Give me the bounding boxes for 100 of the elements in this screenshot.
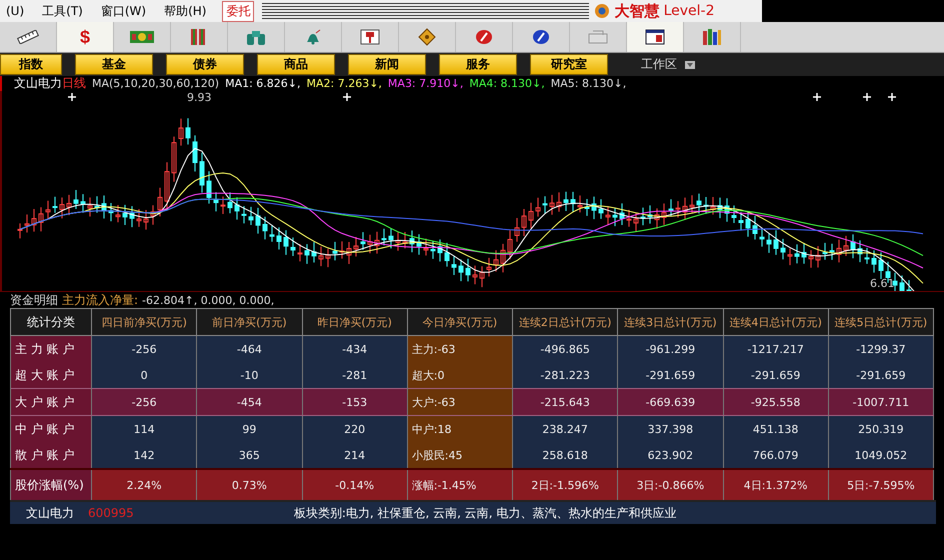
low-price-label: 6.61	[870, 277, 894, 290]
table-cell: -454	[196, 388, 302, 416]
bell-icon	[304, 29, 322, 45]
ma-value: MA2: 7.263↓,	[306, 77, 382, 90]
sector-list: 电力, 社保重仓, 云南, 云南, 电力、蒸汽、热水的生产和供应业	[346, 504, 676, 522]
plus-marker-icon	[67, 92, 77, 102]
nav-button[interactable]: 新闻	[348, 54, 426, 75]
row-label: 大 户 账 户	[10, 388, 92, 416]
column-header: 昨日净买(万元)	[302, 308, 408, 336]
nav-button[interactable]: 基金	[75, 54, 153, 75]
plus-marker-icon	[342, 92, 352, 102]
books-icon	[702, 29, 722, 45]
table-cell: 0	[92, 362, 197, 388]
period-label: 日线	[62, 75, 86, 92]
column-header: 连续5日总计(万元)	[828, 308, 934, 336]
table-cell: 3日:-0.866%	[618, 469, 723, 500]
column-header: 连续2日总计(万元)	[512, 308, 618, 336]
column-header: 四日前净买(万元)	[92, 308, 197, 336]
row-label: 超 大 账 户	[10, 362, 92, 388]
table-cell: -464	[196, 336, 302, 362]
table-cell: -291.659	[618, 362, 723, 388]
sector-label: 板块类别:	[294, 504, 346, 522]
net-inflow-label: 主力流入净量:	[62, 292, 138, 308]
section-title: 资金明细	[10, 292, 58, 308]
toolbar-button[interactable]: $	[57, 22, 114, 52]
row-label: 散 户 账 户	[10, 442, 92, 469]
column-header: 统计分类	[10, 308, 92, 336]
window-icon	[645, 29, 665, 45]
table-cell: 250.319	[828, 416, 934, 442]
table-cell: 142	[92, 442, 197, 469]
net-inflow-values: -62.804↑, 0.000, 0.000,	[142, 294, 274, 306]
table-cell: -1217.217	[723, 336, 828, 362]
table-cell: -291.659	[828, 362, 934, 388]
dropdown-icon[interactable]	[685, 60, 695, 68]
trade-button[interactable]: 委托	[222, 0, 254, 22]
nav-button[interactable]: 商品	[257, 54, 335, 75]
table-cell: -925.558	[723, 388, 828, 416]
brand-edition: Level-2	[664, 3, 714, 19]
table-cell: 中户:18	[407, 416, 512, 442]
table-cell: -256	[92, 388, 197, 416]
nav-button[interactable]: 债券	[166, 54, 244, 75]
table-cell: 365	[196, 442, 302, 469]
ma-parameters: MA(5,10,20,30,60,120)	[92, 77, 220, 90]
menu-item[interactable]: 窗口(W)	[94, 2, 158, 20]
table-cell: 623.902	[618, 442, 723, 469]
ruler-icon	[17, 30, 39, 44]
menu-item[interactable]: 工具(T)	[36, 2, 95, 20]
stock-code: 600995	[88, 506, 134, 520]
row-label: 主 力 账 户	[10, 336, 92, 362]
ma-value: MA5: 8.130↓,	[550, 77, 626, 90]
binoculars-icon	[246, 29, 266, 45]
table-cell: 小股民:45	[407, 442, 512, 469]
column-header: 前日净买(万元)	[196, 308, 302, 336]
table-cell: -1007.711	[828, 388, 934, 416]
table-cell: -215.643	[512, 388, 618, 416]
table-cell: -669.639	[618, 388, 723, 416]
table-cell: 238.247	[512, 416, 618, 442]
logo-icon	[592, 3, 611, 19]
nav-button[interactable]: 指数	[0, 54, 62, 75]
table-cell: -256	[92, 336, 197, 362]
ma-value: MA4: 8.130↓,	[469, 77, 545, 90]
table-cell: 766.079	[723, 442, 828, 469]
slashed-circle-icon	[532, 29, 550, 45]
table-cell: 5日:-7.595%	[828, 469, 934, 500]
nav-button[interactable]: 服务	[439, 54, 517, 75]
table-cell: 主力:-63	[407, 336, 512, 362]
toolbar-button[interactable]	[627, 22, 684, 52]
table-cell: 220	[302, 416, 408, 442]
table-cell: 涨幅:-1.45%	[407, 469, 512, 500]
table-cell: 114	[92, 416, 197, 442]
high-price-label: 9.93	[187, 91, 212, 104]
plus-marker-icon	[862, 92, 872, 102]
table-cell: 337.398	[618, 416, 723, 442]
table-cell: 2.24%	[92, 469, 197, 500]
column-header: 连续4日总计(万元)	[723, 308, 828, 336]
brand-name: 大智慧	[614, 2, 660, 20]
table-cell: 大户:-63	[407, 388, 512, 416]
table-cell: -153	[302, 388, 408, 416]
table-cell: 0.73%	[196, 469, 302, 500]
workspace-label: 工作区	[641, 56, 677, 73]
nav-button[interactable]: 研究室	[530, 54, 608, 75]
stock-name: 文山电力	[26, 504, 74, 522]
stock-name: 文山电力	[14, 75, 62, 92]
table-cell: 451.138	[723, 416, 828, 442]
column-header: 今日净买(万元)	[407, 308, 512, 336]
table-cell: -961.299	[618, 336, 723, 362]
menu-item[interactable]: 帮助(H)	[158, 2, 218, 20]
table-cell: 99	[196, 416, 302, 442]
table-cell: 超大:0	[407, 362, 512, 388]
slashed-disc-icon	[475, 29, 493, 45]
plus-marker-icon	[812, 92, 822, 102]
row-label: 股价涨幅(%)	[10, 469, 92, 500]
ma-value: MA3: 7.910↓,	[388, 77, 464, 90]
table-cell: 1049.052	[828, 442, 934, 469]
table-cell: -0.14%	[302, 469, 408, 500]
banknote-icon	[130, 31, 154, 43]
table-cell: -434	[302, 336, 408, 362]
tray-icon	[588, 30, 608, 44]
menu-item[interactable]: (U)	[0, 4, 36, 18]
table-cell: 258.618	[512, 442, 618, 469]
